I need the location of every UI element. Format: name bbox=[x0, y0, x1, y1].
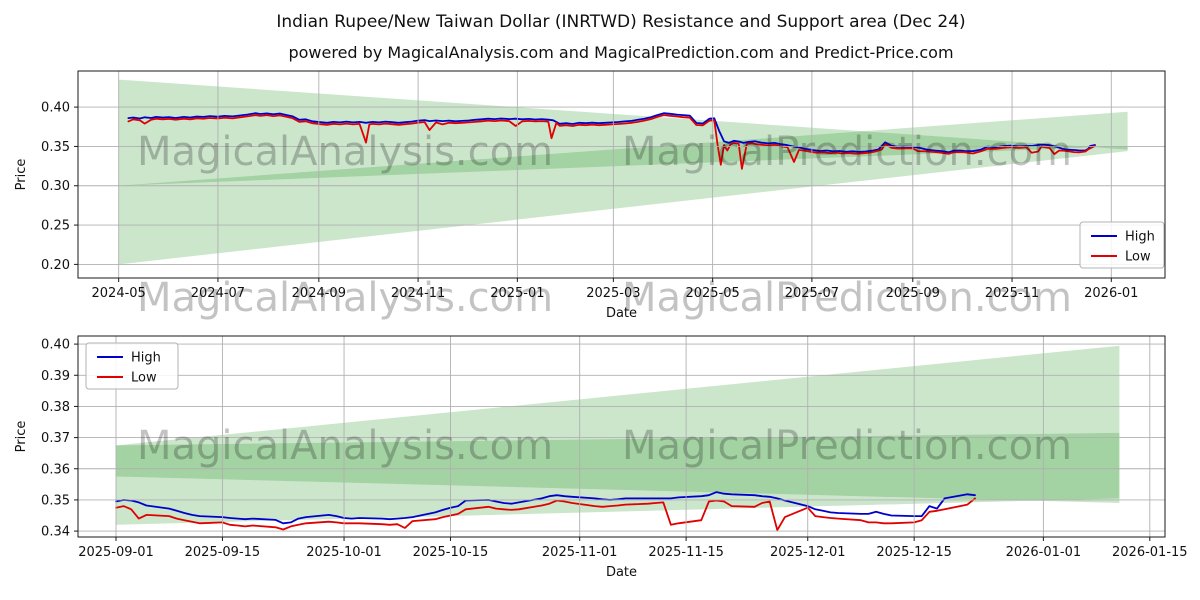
x-tick-label: 2025-12-15 bbox=[876, 545, 952, 560]
y-tick-label: 0.34 bbox=[41, 525, 70, 540]
y-tick-label: 0.30 bbox=[41, 179, 70, 194]
y-tick-label: 0.39 bbox=[41, 369, 70, 384]
watermark-prediction: MagicalPrediction.com bbox=[622, 129, 1072, 175]
legend: High Low bbox=[1080, 222, 1164, 268]
y-tick-label: 0.36 bbox=[41, 462, 70, 477]
x-tick-label: 2025-11-01 bbox=[542, 545, 618, 560]
y-tick-label: 0.40 bbox=[41, 101, 70, 116]
figure-canvas: Indian Rupee/New Taiwan Dollar (INRTWD) … bbox=[0, 0, 1200, 600]
watermark-analysis: MagicalAnalysis.com bbox=[137, 275, 553, 321]
x-axis-label: Date bbox=[606, 565, 637, 580]
y-tick-label: 0.35 bbox=[41, 493, 70, 508]
y-axis-label: Price bbox=[14, 421, 29, 453]
y-tick-label: 0.38 bbox=[41, 400, 70, 415]
chart-figure: Indian Rupee/New Taiwan Dollar (INRTWD) … bbox=[0, 0, 1200, 600]
y-tick-label: 0.25 bbox=[41, 219, 70, 234]
x-tick-label: 2026-01 bbox=[1084, 286, 1138, 301]
y-axis-label: Price bbox=[14, 159, 29, 191]
page-title: Indian Rupee/New Taiwan Dollar (INRTWD) … bbox=[276, 12, 965, 32]
legend: High Low bbox=[86, 343, 178, 389]
x-tick-label: 2025-10-15 bbox=[413, 545, 489, 560]
legend-label-low: Low bbox=[131, 371, 157, 386]
y-tick-label: 0.40 bbox=[41, 338, 70, 353]
x-tick-label: 2025-12-01 bbox=[770, 545, 846, 560]
x-tick-label: 2026-01-01 bbox=[1006, 545, 1082, 560]
watermark-prediction: MagicalPrediction.com bbox=[622, 423, 1072, 469]
x-tick-label: 2025-10-01 bbox=[306, 545, 382, 560]
legend-label-high: High bbox=[131, 351, 161, 366]
y-tick-label: 0.37 bbox=[41, 431, 70, 446]
y-tick-label: 0.20 bbox=[41, 258, 70, 273]
x-tick-label: 2025-11-15 bbox=[648, 545, 724, 560]
x-tick-label: 2025-09-15 bbox=[185, 545, 261, 560]
watermark-analysis: MagicalAnalysis.com bbox=[137, 129, 553, 175]
legend-label-high: High bbox=[1125, 230, 1155, 245]
watermark-prediction: MagicalPrediction.com bbox=[622, 275, 1072, 321]
watermark-analysis: MagicalAnalysis.com bbox=[137, 423, 553, 469]
x-tick-label: 2025-09-01 bbox=[78, 545, 154, 560]
x-tick-label: 2026-01-15 bbox=[1112, 545, 1188, 560]
legend-label-low: Low bbox=[1125, 250, 1151, 265]
y-tick-label: 0.35 bbox=[41, 140, 70, 155]
page-subtitle: powered by MagicalAnalysis.com and Magic… bbox=[288, 43, 953, 62]
